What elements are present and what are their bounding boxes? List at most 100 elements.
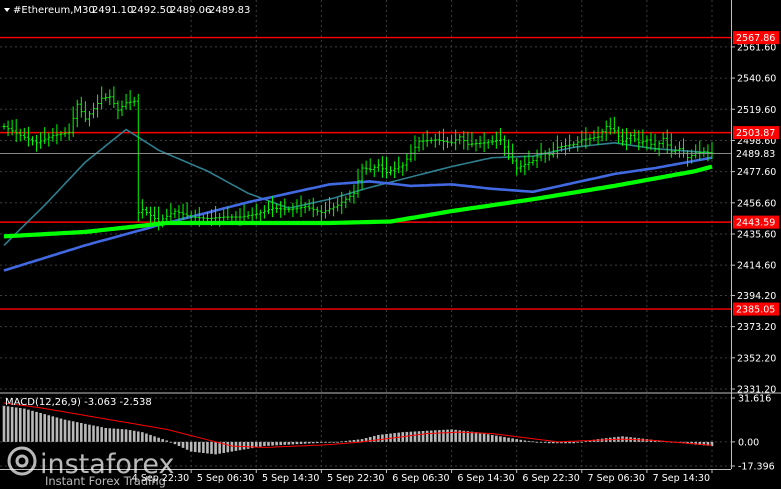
macd-histogram-bar: [580, 441, 584, 443]
macd-histogram-bar: [39, 413, 42, 442]
time-axis: 4 Sep 22:30 5 Sep 06:30 5 Sep 14:30 5 Sep 2…: [132, 469, 713, 484]
macd-tick-label: -17.396: [738, 462, 775, 473]
macd-histogram-bar: [132, 430, 136, 442]
macd-histogram-bar: [340, 441, 344, 443]
level-tag-label: 2443.59: [736, 218, 775, 229]
macd-histogram-bar: [88, 424, 91, 442]
logo-icon: [7, 446, 37, 476]
macd-histogram-bar: [336, 441, 339, 443]
macd-histogram-bar: [218, 441, 221, 454]
macd-histogram-bar: [531, 441, 535, 443]
macd-histogram-bar: [92, 425, 95, 442]
macd-histogram-bar: [153, 436, 156, 442]
macd-histogram-bar: [450, 429, 453, 442]
macd-histogram-bar: [214, 441, 217, 455]
macd-histogram-bar: [169, 441, 173, 443]
macd-histogram-bar: [263, 441, 266, 447]
macd-histogram-bar: [564, 441, 567, 444]
macd-histogram-bar: [165, 440, 169, 442]
macd-histogram-bar: [478, 432, 482, 442]
macd-histogram-bar: [291, 441, 295, 445]
macd-histogram-bar: [104, 427, 108, 442]
time-tick-label: 5 Sep 14:30: [262, 473, 319, 484]
macd-histogram-bar: [405, 431, 409, 442]
macd-histogram-bar: [108, 428, 112, 442]
price-tick-label: 2540.60: [737, 74, 776, 85]
macd-histogram-bar: [75, 422, 79, 442]
symbol-menu-icon[interactable]: [4, 8, 10, 12]
macd-histogram-bar: [149, 434, 152, 442]
macd-histogram-bar: [568, 441, 571, 444]
macd-histogram-bar: [527, 440, 531, 442]
macd-histogram-bar: [120, 429, 124, 442]
level-tag-label: 2385.05: [736, 305, 775, 316]
macd-histogram-bar: [372, 435, 376, 442]
macd-histogram-bar: [482, 433, 486, 442]
macd-histogram-bar: [438, 430, 441, 442]
trading-chart: 2561.602540.602519.602498.602477.602456.…: [0, 0, 781, 488]
macd-histogram-bar: [96, 426, 99, 442]
macd-histogram-bar: [145, 433, 148, 442]
macd-histogram-bar: [507, 437, 510, 442]
macd-histogram: [2, 405, 714, 455]
macd-histogram-bar: [47, 415, 51, 442]
macd-histogram-bar: [303, 441, 307, 444]
macd-histogram-bar: [324, 441, 327, 443]
macd-panel: [2, 402, 714, 455]
macd-histogram-bar: [198, 441, 201, 453]
price-tick-label: 2519.60: [737, 105, 776, 116]
macd-histogram-bar: [206, 441, 209, 454]
macd-histogram-bar: [246, 441, 250, 449]
macd-histogram-bar: [161, 439, 164, 442]
price-tick-label: 2373.20: [737, 322, 776, 333]
chart-header: #Ethereum,M30 2491.10 2492.50 2489.06 24…: [4, 5, 250, 16]
macd-histogram-bar: [27, 409, 30, 442]
macd-histogram-bar: [185, 441, 189, 450]
level-tag-label: 2567.86: [736, 33, 775, 44]
macd-histogram-bar: [328, 441, 331, 443]
macd-histogram-bar: [429, 430, 433, 442]
ohlc-high: 2492.50: [131, 5, 172, 16]
macd-histogram-bar: [10, 406, 14, 442]
macd-histogram-bar: [279, 441, 282, 446]
macd-histogram-bar: [287, 441, 291, 445]
macd-histogram-bar: [495, 435, 498, 442]
macd-histogram-bar: [352, 440, 356, 442]
price-tick-label: 2477.60: [737, 167, 776, 178]
macd-histogram-bar: [6, 406, 10, 442]
macd-histogram-bar: [503, 437, 506, 442]
macd-histogram-bar: [43, 414, 46, 442]
macd-histogram-bar: [226, 441, 230, 453]
price-tick-label: 2456.60: [737, 198, 776, 209]
macd-histogram-bar: [344, 440, 348, 442]
macd-histogram-bar: [112, 428, 116, 442]
macd-histogram-bar: [539, 441, 543, 443]
macd-histogram-bar: [202, 441, 205, 453]
macd-histogram-bar: [157, 437, 160, 442]
macd-histogram-bar: [311, 441, 315, 444]
time-tick-label: 7 Sep 06:30: [588, 473, 645, 484]
time-tick-label: 5 Sep 22:30: [327, 473, 384, 484]
macd-histogram-bar: [35, 411, 38, 442]
macd-histogram-bar: [173, 441, 177, 445]
time-tick-label: 6 Sep 22:30: [522, 473, 579, 484]
macd-histogram-bar: [434, 430, 437, 442]
macd-histogram-bar: [18, 408, 22, 442]
macd-histogram-bar: [181, 441, 185, 448]
macd-histogram-bar: [267, 441, 270, 446]
macd-histogram-bar: [51, 416, 55, 442]
level-tag-label: 2503.87: [736, 128, 775, 139]
price-tick-label: 2414.60: [737, 261, 776, 272]
ohlc-close: 2489.83: [209, 5, 250, 16]
macd-histogram-bar: [535, 441, 539, 443]
macd-histogram-bar: [576, 441, 580, 443]
macd-histogram-bar: [417, 431, 421, 442]
logo-tagline: Instant Forex Trading: [45, 474, 166, 488]
macd-histogram-bar: [409, 431, 413, 442]
macd-histogram-bar: [486, 434, 490, 442]
macd-histogram-bar: [446, 429, 449, 442]
macd-histogram-bar: [425, 430, 429, 442]
macd-histogram-bar: [136, 431, 140, 442]
macd-histogram-bar: [177, 441, 181, 447]
macd-histogram-bar: [128, 430, 132, 442]
